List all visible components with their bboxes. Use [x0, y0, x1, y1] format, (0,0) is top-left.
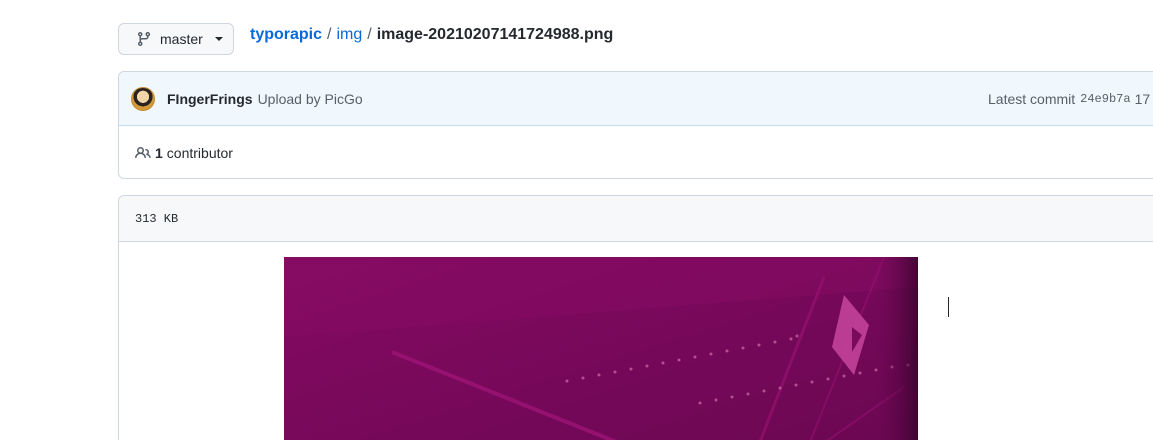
- latest-commit-bar: FIngerFrings Upload by PicGo Latest comm…: [119, 72, 1153, 126]
- breadcrumb-repo-link[interactable]: typorapic: [250, 26, 322, 44]
- breadcrumb-file-name: image-20210207141724988.png: [376, 26, 614, 43]
- text-cursor: [948, 297, 949, 317]
- chevron-down-icon: [214, 37, 223, 41]
- latest-commit-info: Latest commit 24e9b7a 17: [988, 72, 1150, 126]
- commit-author-link[interactable]: FIngerFrings: [167, 91, 253, 107]
- file-size: 313 KB: [135, 211, 179, 226]
- breadcrumb-separator: /: [327, 26, 332, 43]
- commit-sha-link[interactable]: 24e9b7a: [1080, 92, 1130, 106]
- breadcrumb-dir-link[interactable]: img: [336, 26, 362, 44]
- file-viewer: 313 KB: [118, 195, 1153, 440]
- contributor-label: contributor: [166, 144, 233, 161]
- commit-date: 17: [1134, 91, 1151, 107]
- commit-info-box: FIngerFrings Upload by PicGo Latest comm…: [118, 71, 1153, 179]
- avatar[interactable]: [131, 86, 155, 111]
- commit-message-link[interactable]: Upload by PicGo: [258, 91, 363, 107]
- people-icon: [135, 146, 151, 158]
- wallpaper-image: [284, 257, 918, 440]
- file-header: 313 KB: [119, 196, 1153, 242]
- contributor-count: 1: [155, 144, 163, 161]
- git-branch-icon: [137, 32, 150, 47]
- contributors-row[interactable]: 1 contributor: [119, 126, 1153, 178]
- branch-select-button[interactable]: master: [118, 23, 234, 55]
- breadcrumb-separator: /: [367, 26, 372, 43]
- branch-label: master: [160, 31, 203, 47]
- latest-commit-label: Latest commit: [988, 91, 1076, 107]
- breadcrumb: typorapic / img / image-2021020714172498…: [250, 25, 613, 45]
- file-image-preview: [284, 257, 918, 440]
